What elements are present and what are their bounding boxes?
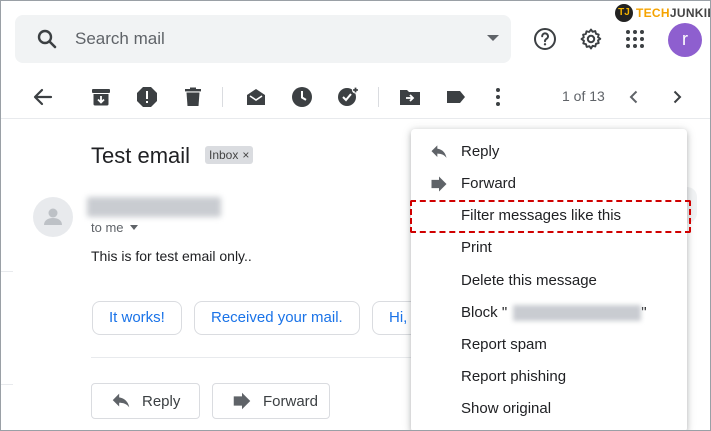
more-vertical-icon[interactable] — [486, 85, 510, 109]
techjunkie-logo-mark: TJ — [615, 4, 633, 22]
smart-reply-chip[interactable]: Received your mail. — [194, 301, 360, 335]
menu-item-label: Reply — [461, 143, 500, 160]
forward-button-label: Forward — [263, 392, 319, 410]
sender-name-blurred — [87, 197, 221, 217]
pagination-count: 1 of 13 — [562, 88, 605, 104]
report-spam-icon[interactable] — [135, 85, 159, 109]
divider — [1, 271, 13, 272]
quote-open: " — [501, 304, 508, 321]
smart-reply-chip[interactable]: It works! — [92, 301, 182, 335]
search-icon[interactable] — [35, 27, 59, 51]
email-subject: Test email — [91, 143, 191, 168]
inbox-label-chip: Inbox × — [205, 146, 254, 164]
top-bar: Search mail r TJ TECHJUNKIE — [1, 1, 710, 75]
chevron-left-icon[interactable] — [622, 85, 646, 109]
quote-close: " — [641, 304, 647, 321]
menu-item-show-original[interactable]: Show original — [411, 393, 687, 425]
menu-item-label: Report phishing — [461, 368, 567, 385]
label-tag-icon[interactable] — [444, 85, 468, 109]
divider — [91, 357, 431, 358]
search-input[interactable]: Search mail — [75, 29, 165, 49]
add-to-tasks-icon[interactable] — [336, 85, 360, 109]
menu-item-label: Print — [461, 239, 492, 256]
reply-icon — [112, 393, 130, 408]
search-bar[interactable]: Search mail — [15, 15, 511, 63]
menu-item-label: Block " " — [461, 304, 647, 322]
menu-item-report-phishing[interactable]: Report phishing — [411, 361, 687, 393]
chevron-down-icon[interactable] — [129, 225, 138, 230]
remove-label-close-icon[interactable]: × — [242, 146, 249, 164]
forward-icon — [431, 176, 447, 192]
email-body: This is for test email only.. — [91, 248, 252, 264]
techjunkie-logo: TJ TECHJUNKIE — [615, 3, 710, 23]
techjunkie-logo-tech: TECH — [636, 6, 670, 20]
block-label: Block — [461, 304, 498, 321]
reply-button-label: Reply — [142, 392, 181, 410]
reply-icon — [431, 145, 447, 158]
mark-unread-icon[interactable] — [244, 85, 268, 109]
recipient-details[interactable]: to me — [91, 220, 138, 235]
toolbar-divider — [222, 87, 223, 107]
reply-button[interactable]: Reply — [91, 383, 200, 419]
menu-item-label: Report spam — [461, 336, 547, 353]
label-text: Inbox — [209, 148, 239, 162]
delete-trash-icon[interactable] — [181, 85, 205, 109]
divider — [1, 384, 13, 385]
person-icon — [44, 208, 62, 225]
chevron-right-icon[interactable] — [665, 85, 689, 109]
message-toolbar: 1 of 13 — [1, 75, 710, 119]
move-to-folder-icon[interactable] — [398, 85, 422, 109]
menu-item-print[interactable]: Print — [411, 232, 687, 264]
forward-icon — [233, 392, 251, 410]
menu-item-forward[interactable]: Forward — [411, 168, 687, 200]
help-circle-icon[interactable] — [533, 27, 557, 51]
menu-item-block[interactable]: Block " " — [411, 297, 687, 329]
forward-button[interactable]: Forward — [212, 383, 330, 419]
menu-item-delete[interactable]: Delete this message — [411, 265, 687, 297]
gmail-window: Search mail r TJ TECHJUNKIE 1 of 13 Test… — [0, 0, 711, 431]
blocked-sender-name-blurred — [513, 305, 642, 322]
account-avatar[interactable]: r — [668, 23, 702, 57]
techjunkie-logo-junkie: JUNKIE — [669, 6, 710, 20]
menu-item-label: Show original — [461, 400, 552, 417]
archive-icon[interactable] — [89, 85, 113, 109]
menu-item-label: Forward — [461, 175, 517, 192]
toolbar-divider — [378, 87, 379, 107]
sender-avatar — [33, 197, 73, 237]
gear-icon[interactable] — [579, 27, 603, 51]
menu-item-report-spam[interactable]: Report spam — [411, 329, 687, 361]
snooze-clock-icon[interactable] — [290, 85, 314, 109]
more-options-menu: Reply Forward Filter messages like this … — [411, 129, 687, 430]
menu-item-reply[interactable]: Reply — [411, 136, 687, 168]
search-options-chevron-icon[interactable] — [487, 35, 499, 41]
highlight-annotation-box — [410, 200, 691, 233]
to-me-label: to me — [91, 220, 124, 235]
menu-item-label: Delete this message — [461, 272, 597, 289]
back-arrow-icon[interactable] — [31, 85, 55, 109]
apps-grid-icon[interactable] — [623, 27, 647, 51]
